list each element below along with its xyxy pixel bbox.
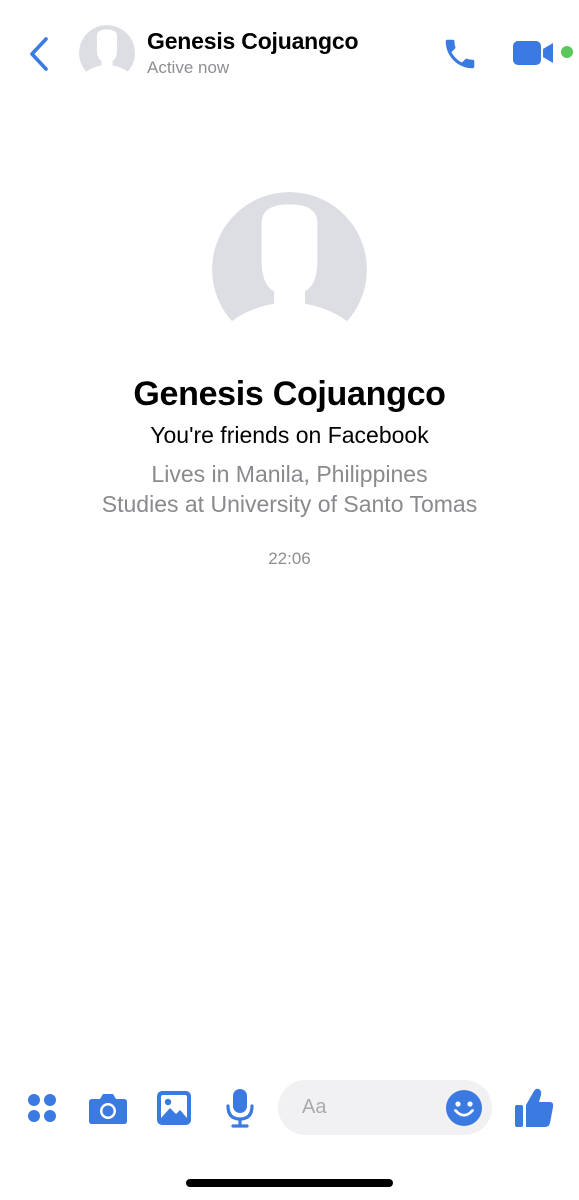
- message-composer: [0, 1072, 579, 1144]
- friendship-status: You're friends on Facebook: [150, 422, 429, 448]
- camera-icon: [89, 1094, 127, 1124]
- message-input[interactable]: [302, 1080, 442, 1135]
- more-actions-button[interactable]: [20, 1086, 64, 1130]
- home-indicator[interactable]: [186, 1179, 393, 1187]
- profile-location: Lives in Manila, Philippines: [151, 461, 428, 487]
- like-button[interactable]: [510, 1084, 558, 1132]
- gallery-button[interactable]: [152, 1086, 196, 1130]
- default-avatar-icon: [212, 192, 367, 347]
- camera-button[interactable]: [86, 1086, 130, 1130]
- thumbs-up-icon: [515, 1088, 554, 1127]
- voice-call-button[interactable]: [438, 33, 482, 75]
- video-call-button[interactable]: [510, 36, 556, 70]
- contact-name[interactable]: Genesis Cojuangco: [147, 28, 359, 55]
- voice-message-button[interactable]: [218, 1086, 262, 1130]
- message-input-container[interactable]: [278, 1080, 492, 1135]
- contact-avatar[interactable]: [79, 25, 135, 81]
- emoji-icon: [446, 1090, 482, 1126]
- profile-name: Genesis Cojuangco: [133, 375, 446, 413]
- chat-header: Genesis Cojuangco Active now: [0, 0, 579, 92]
- back-button[interactable]: [22, 34, 56, 74]
- microphone-icon: [226, 1089, 254, 1128]
- profile-avatar[interactable]: [212, 192, 367, 347]
- chevron-left-icon: [30, 37, 48, 71]
- image-icon: [157, 1091, 191, 1125]
- grid-menu-icon: [28, 1094, 56, 1122]
- message-timestamp: 22:06: [268, 549, 311, 568]
- profile-education: Studies at University of Santo Tomas: [101, 491, 478, 517]
- messenger-chat-screen: Genesis Cojuangco Active now Genesis Coj…: [0, 0, 579, 1200]
- default-avatar-icon: [79, 25, 135, 81]
- video-camera-icon: [513, 41, 553, 65]
- emoji-button[interactable]: [445, 1089, 483, 1127]
- phone-icon: [445, 39, 475, 69]
- active-status: Active now: [147, 58, 230, 77]
- online-indicator: [561, 46, 573, 58]
